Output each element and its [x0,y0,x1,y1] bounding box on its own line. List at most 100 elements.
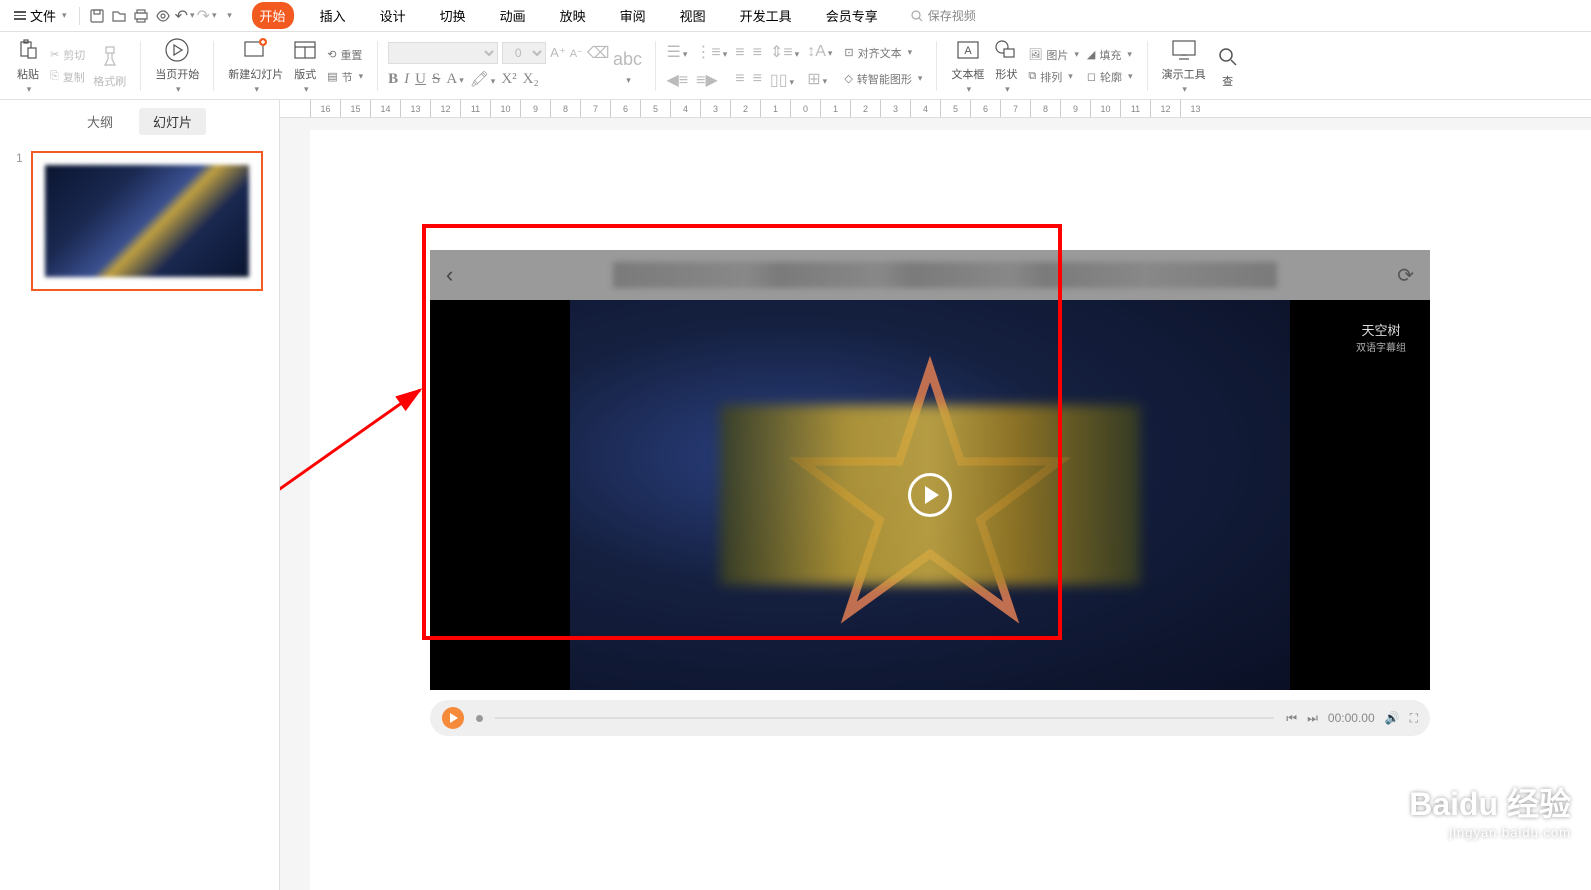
find-label: 查 [1222,73,1233,89]
more-qa-icon[interactable]: ▾ [218,5,240,27]
rewind-button[interactable]: ⏮ [1286,711,1297,726]
sidebar-tab-outline[interactable]: 大纲 [73,108,127,135]
find-button[interactable]: 查 [1210,41,1246,91]
from-current-button[interactable]: 当页开始▾ [151,34,203,97]
copy-icon: ⎘ [50,70,59,83]
strike-button[interactable]: S [432,71,440,88]
picture-button[interactable]: 🖼图片▾ [1024,45,1083,65]
font-family-select[interactable] [388,42,498,64]
tab-member[interactable]: 会员专享 [818,2,886,29]
playhead-dot[interactable] [476,715,483,722]
slide-thumbnail[interactable]: 1 [16,151,263,291]
section-button[interactable]: ▤节▾ [323,67,367,87]
refresh-icon[interactable]: ⟳ [1397,263,1414,288]
preview-icon[interactable] [152,5,174,27]
save-video-button[interactable]: 保存视频 [910,7,976,24]
reset-button[interactable]: ⟲重置 [323,45,367,65]
tab-devtools[interactable]: 开发工具 [732,2,800,29]
superscript-button[interactable]: X² [501,71,516,88]
paste-label: 粘贴 [17,66,39,82]
baidu-watermark: Baidu 经验 jingyan.baidu.com [1375,779,1571,840]
bullets-icon[interactable]: ☰▾ [666,42,687,62]
canvas-area: 1615141312111098765432101234567891011121… [280,100,1591,890]
fill-label: 填充 [1099,47,1121,63]
outline-button[interactable]: ◻轮廓▾ [1083,67,1137,87]
tab-transition[interactable]: 切换 [432,2,474,29]
tab-review[interactable]: 审阅 [612,2,654,29]
present-tools-button[interactable]: 演示工具▾ [1158,34,1210,97]
font-color-button[interactable]: A▾ [446,71,463,88]
video-header: ‹ ⟳ [430,250,1430,300]
print-icon[interactable] [130,5,152,27]
decrease-indent-icon[interactable]: ◀≡ [666,70,688,90]
decrease-font-icon[interactable]: A⁻ [570,47,583,60]
align-center-icon[interactable]: ≡ [753,44,762,62]
align-text-label: 对齐文本 [858,45,902,61]
copy-button[interactable]: ⎘复制 [46,67,89,87]
chevron-down-icon: ▾ [62,10,67,21]
undo-icon[interactable]: ↶▾ [174,5,196,27]
volume-icon[interactable]: 🔊 [1385,711,1400,725]
increase-indent-icon[interactable]: ≡▶ [696,70,718,90]
file-menu[interactable]: 文件 ▾ [8,4,73,27]
back-icon[interactable]: ‹ [446,262,453,288]
align-left-icon[interactable]: ≡ [735,44,744,62]
align-right-icon[interactable]: ≡ [735,70,744,88]
tab-animation[interactable]: 动画 [492,2,534,29]
paste-button[interactable]: 粘贴▾ [10,34,46,97]
tab-start[interactable]: 开始 [252,2,294,29]
font-size-select[interactable]: 0 [502,42,546,64]
underline-button[interactable]: U [415,71,426,88]
align-justify-icon[interactable]: ≡ [753,70,762,88]
horizontal-ruler: 1615141312111098765432101234567891011121… [280,100,1591,118]
align-text-button[interactable]: ⊡对齐文本▾ [840,43,926,63]
monitor-icon [1170,36,1198,64]
new-slide-icon [242,36,270,64]
video-object[interactable]: ‹ ⟳ 天空树 双语字幕组 [430,250,1430,736]
play-button[interactable] [442,707,464,729]
highlight-button[interactable]: 🖍▾ [470,70,496,89]
tab-insert[interactable]: 插入 [312,2,354,29]
textbox-button[interactable]: A 文本框▾ [947,34,988,97]
increase-font-icon[interactable]: A⁺ [550,45,566,61]
fullscreen-icon[interactable]: ⛶ [1410,711,1418,726]
slide-canvas[interactable]: ‹ ⟳ 天空树 双语字幕组 [310,130,1591,890]
forward-button[interactable]: ⏭ [1307,711,1318,726]
timeline-track[interactable] [495,717,1274,719]
smartart-button[interactable]: ◇转智能图形▾ [840,69,926,89]
char-spacing-button[interactable]: abc ▾ [609,43,645,88]
numbering-icon[interactable]: ⋮≡▾ [695,42,727,62]
subscript-button[interactable]: X₂ [523,71,539,88]
menubar: 文件 ▾ ↶▾ ↷▾ ▾ 开始 插入 设计 切换 动画 放映 审阅 视图 开发工… [0,0,1591,32]
format-painter-button[interactable]: 格式刷 [89,41,130,91]
smartart-label: 转智能图形 [857,71,912,87]
line-spacing-icon[interactable]: ⇕≡▾ [770,42,799,62]
open-icon[interactable] [108,5,130,27]
separator [79,7,80,25]
sidebar-tab-slides[interactable]: 幻灯片 [139,108,206,135]
text-direction-icon[interactable]: ↕A▾ [807,43,832,61]
bold-button[interactable]: B [388,71,398,88]
arrange-button[interactable]: ⧉排列▾ [1024,67,1083,87]
fill-button[interactable]: ◢填充▾ [1083,45,1137,65]
fill-icon: ◢ [1087,48,1095,61]
columns-icon[interactable]: ▯▯▾ [770,70,799,90]
tab-view[interactable]: 视图 [672,2,714,29]
play-overlay-button[interactable] [908,473,952,517]
tab-slideshow[interactable]: 放映 [552,2,594,29]
italic-button[interactable]: I [404,71,409,88]
cut-button[interactable]: ✂剪切 [46,45,89,65]
new-slide-label: 新建幻灯片 [228,66,283,82]
watermark-brand: Baidu 经验 [1409,779,1571,825]
tab-design[interactable]: 设计 [372,2,414,29]
clear-format-icon[interactable]: ⌫ [587,43,610,63]
magnifier-icon [1214,43,1242,71]
section-icon: ▤ [327,70,337,83]
vertical-text-icon[interactable]: ⊞▾ [807,69,832,89]
save-icon[interactable] [86,5,108,27]
layout-button[interactable]: 版式▾ [287,34,323,97]
shape-button[interactable]: 形状▾ [988,34,1024,97]
picture-label: 图片 [1046,47,1068,63]
new-slide-button[interactable]: 新建幻灯片▾ [224,34,287,97]
redo-icon[interactable]: ↷▾ [196,5,218,27]
